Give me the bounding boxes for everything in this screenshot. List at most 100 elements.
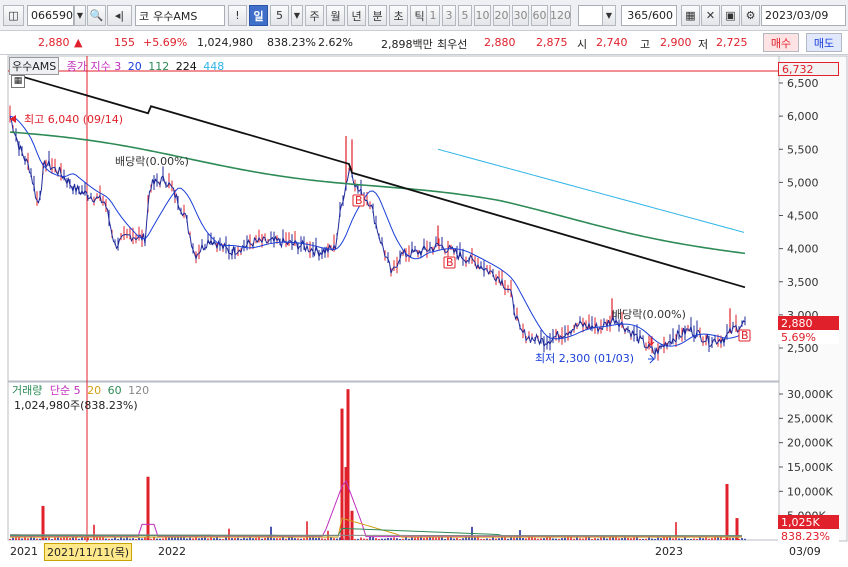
- buy-signal-letter: B: [446, 256, 454, 269]
- period-dropdown-icon[interactable]: ▼: [291, 5, 303, 26]
- period-tab-5[interactable]: 년: [347, 5, 366, 26]
- price-tick-label: 5,000: [787, 176, 819, 189]
- ma112-label: 112: [148, 60, 170, 73]
- current-price-tag: 2,880: [778, 316, 839, 330]
- stock-code-input[interactable]: 066590: [27, 5, 74, 26]
- top-toolbar: ◫ 066590 ▼ 🔍 ◂| 코 우수AMS ! 일 5 ▼ 주 월 년 분 초 틱 1 3 5 10…: [0, 0, 848, 31]
- volume-pct-tag: 838.23%: [778, 529, 839, 543]
- volume-ma-label: 단순: [49, 384, 71, 397]
- chart-menu-icon[interactable]: ◫: [3, 5, 24, 26]
- volume-tick-label: 15,000K: [787, 461, 833, 474]
- price-tick-label: 4,500: [787, 210, 819, 223]
- volume-tick-label: 20,000K: [787, 437, 833, 450]
- low-label: 저: [698, 38, 709, 51]
- price-tick-label: 5,500: [787, 143, 819, 156]
- stock-name-field[interactable]: 코 우수AMS: [135, 5, 225, 26]
- count-value: 365: [627, 9, 649, 22]
- save-icon[interactable]: ▣: [721, 5, 740, 26]
- priority-ask: 2,880: [484, 36, 516, 49]
- dividend-label-2: 배당락(0.00%): [612, 308, 686, 321]
- quote-bar: 2,880 ▲ 155 +5.69% 1,024,980 838.23% 2.6…: [0, 31, 848, 55]
- stock-code-text: 066590: [31, 9, 73, 22]
- vol-ma5-label: 5: [73, 384, 81, 397]
- price-tick-label: 6,000: [787, 110, 819, 123]
- chart-area[interactable]: 6,5006,0005,5005,0004,5004,0003,5003,000…: [0, 55, 848, 567]
- minute-option-30[interactable]: 30: [512, 5, 529, 26]
- price-tick-label: 4,000: [787, 243, 819, 256]
- priority-bid: 2,875: [536, 36, 568, 49]
- stock-name-text: 우수AMS: [153, 9, 198, 23]
- high-label: 고: [640, 38, 651, 51]
- count-field[interactable]: 365/600: [621, 5, 677, 26]
- search-icon[interactable]: 🔍: [87, 5, 106, 26]
- volume-tick-label: 30,000K: [787, 388, 833, 401]
- crosshair-icon[interactable]: ✕: [701, 5, 720, 26]
- minute-option-1[interactable]: 1: [426, 5, 440, 26]
- ma20-label: 20: [127, 60, 142, 73]
- chart-canvas[interactable]: 6,5006,0005,5005,0004,5004,0003,5003,000…: [0, 55, 848, 567]
- price-pct-tag: 5.69%: [778, 330, 839, 344]
- price-panel-frame: [7, 55, 780, 382]
- max-price-annotation: 최고 6,040 (09/14): [24, 113, 123, 126]
- period-tab-1[interactable]: 일: [249, 5, 268, 26]
- open-price: 2,740: [596, 36, 628, 49]
- table-icon[interactable]: ▦: [11, 75, 25, 88]
- minute-option-5[interactable]: 5: [458, 5, 472, 26]
- period-tab-4[interactable]: 월: [326, 5, 345, 26]
- price-panel-stock-name: 우수AMS: [9, 57, 60, 75]
- minute-option-10[interactable]: 10: [474, 5, 491, 26]
- period-tab-0[interactable]: !: [228, 5, 247, 26]
- dividend-label-1: 배당락(0.00%): [115, 155, 189, 168]
- priority-label: 최우선: [437, 38, 468, 51]
- up-arrow-icon: ▲: [74, 36, 83, 49]
- minute-options: 1 3 5 10 20 30 60 120: [426, 5, 571, 26]
- ma448-label: 448: [203, 60, 225, 73]
- high-price-tag: 6,732: [778, 62, 839, 76]
- date-text: 2023/03/09: [765, 9, 829, 22]
- volume-spike-bar: [146, 476, 150, 540]
- gear-icon[interactable]: ⚙: [741, 5, 760, 26]
- period-tab-2[interactable]: 5: [270, 5, 289, 26]
- vol-ma120-label: 120: [128, 384, 150, 397]
- code-dropdown-icon[interactable]: ▼: [74, 5, 86, 26]
- minute-option-20[interactable]: 20: [493, 5, 510, 26]
- minute-option-3[interactable]: 3: [442, 5, 456, 26]
- cursor-date-label: 2021/11/11(목): [44, 543, 133, 561]
- sell-button[interactable]: 매도: [806, 33, 842, 52]
- date-field[interactable]: 2023/03/09: [761, 5, 846, 26]
- x-label-2022: 2022: [158, 545, 186, 558]
- ma224-label: 224: [175, 60, 197, 73]
- market-code: 코: [139, 9, 150, 23]
- period-tab-7[interactable]: 초: [389, 5, 408, 26]
- period-tabs: ! 일 5 ▼ 주 월 년 분 초 틱: [228, 5, 429, 26]
- price-tick-label: 3,500: [787, 276, 819, 289]
- price-change-pct: +5.69%: [143, 36, 188, 49]
- right-date-label: 03/09: [789, 545, 821, 558]
- volume-legend: 거래량 단순 5 20 60 120: [12, 382, 149, 398]
- price-change: 155: [114, 36, 135, 49]
- custom-dropdown-icon[interactable]: ▼: [602, 5, 616, 26]
- turnover-rate: 2.62%: [318, 36, 353, 49]
- current-price: 2,880: [38, 36, 70, 49]
- minute-option-120[interactable]: 120: [550, 5, 571, 26]
- volume-ratio: 838.23%: [267, 36, 316, 49]
- volume-tick-label: 10,000K: [787, 485, 833, 498]
- period-tab-3[interactable]: 주: [305, 5, 324, 26]
- volume-spike-bar: [725, 484, 729, 540]
- buy-signal-letter: B: [741, 329, 749, 342]
- vol-ma60-label: 60: [107, 384, 122, 397]
- min-price-annotation: 최저 2,300 (01/03): [535, 352, 634, 365]
- open-label: 시: [577, 38, 588, 51]
- sound-icon[interactable]: ◂|: [107, 5, 132, 26]
- x-label-2023: 2023: [655, 545, 683, 558]
- period-tab-6[interactable]: 분: [368, 5, 387, 26]
- price-tick-label: 6,500: [787, 77, 819, 90]
- trade-amount: 2,898백만: [381, 38, 433, 51]
- minute-option-60[interactable]: 60: [531, 5, 548, 26]
- x-label-2021: 2021: [10, 545, 38, 558]
- buy-signal-letter: B: [355, 194, 363, 207]
- high-price: 2,900: [660, 36, 692, 49]
- buy-button[interactable]: 매수: [763, 33, 799, 52]
- multi-chart-icon[interactable]: ▦: [681, 5, 700, 26]
- volume-tag: 1,025K: [778, 515, 839, 529]
